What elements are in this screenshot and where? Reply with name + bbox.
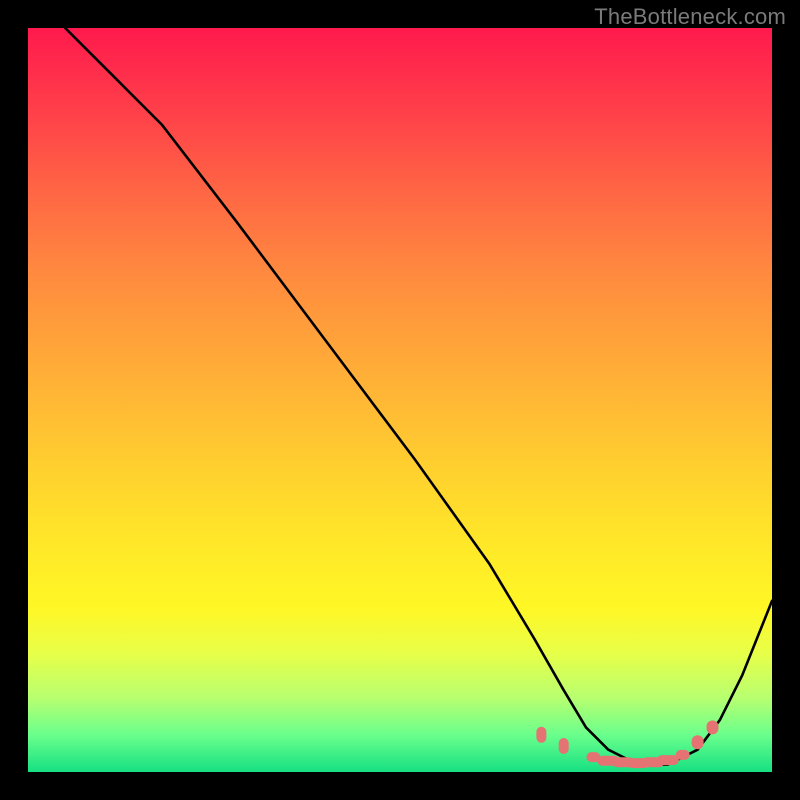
- highlight-dots-group: [536, 720, 718, 768]
- highlight-dot: [676, 750, 690, 760]
- chart-frame: TheBottleneck.com: [0, 0, 800, 800]
- bottleneck-curve: [65, 28, 772, 765]
- highlight-dot: [536, 727, 546, 743]
- highlight-dot: [692, 735, 704, 749]
- chart-svg: [28, 28, 772, 772]
- highlight-dot: [707, 720, 719, 734]
- highlight-dot: [559, 738, 569, 754]
- watermark-text: TheBottleneck.com: [594, 4, 786, 30]
- highlight-dot: [657, 755, 679, 765]
